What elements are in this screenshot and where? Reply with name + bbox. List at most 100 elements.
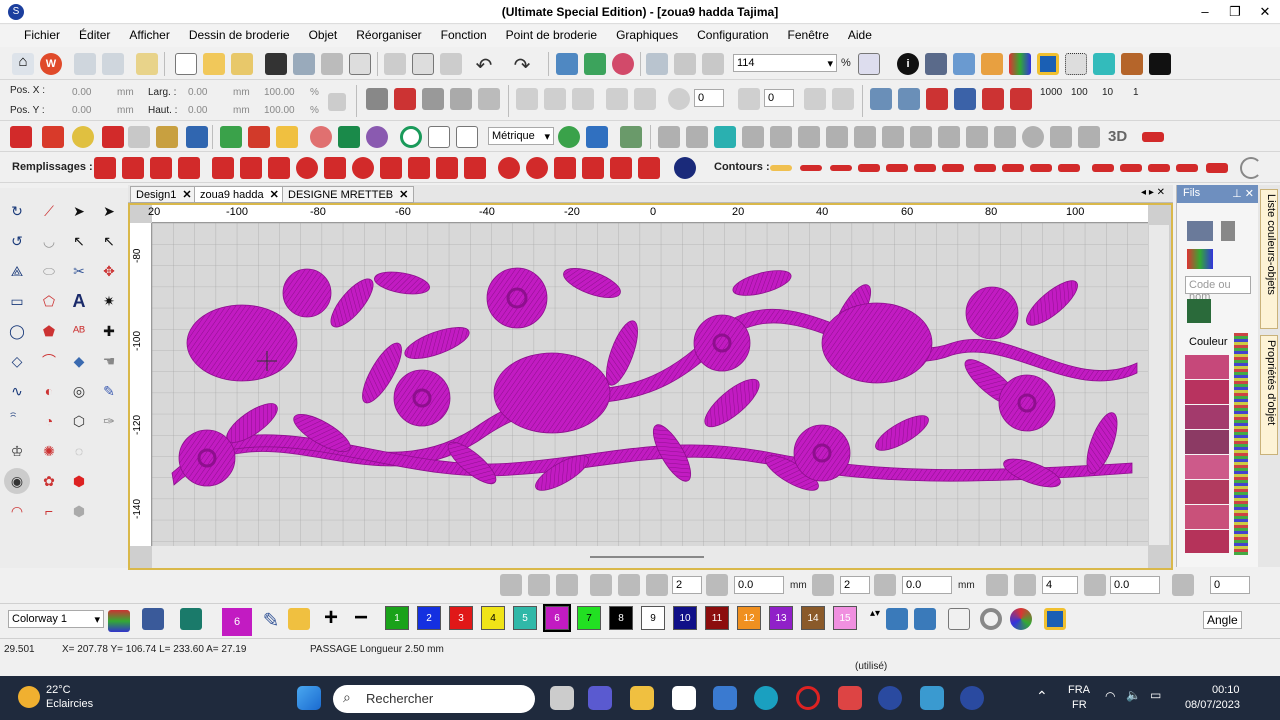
taskbar-search[interactable]: ⌕ Rechercher	[333, 685, 535, 713]
pen2-tool-icon[interactable]: ✑	[96, 408, 122, 434]
fill-grid-icon[interactable]	[296, 157, 318, 179]
line-tool-icon[interactable]: ⟋	[36, 198, 62, 224]
fill-style13-icon[interactable]	[994, 126, 1016, 148]
contour-dash-icon[interactable]	[770, 165, 792, 171]
spacing-icon[interactable]	[706, 574, 728, 596]
threads-icon[interactable]	[1009, 53, 1031, 75]
edge-icon[interactable]	[754, 686, 778, 710]
nodes-icon[interactable]	[986, 574, 1008, 596]
contour-loop-icon[interactable]	[1148, 164, 1170, 172]
machine-icon[interactable]	[584, 53, 606, 75]
color-swatch-1[interactable]: 1	[385, 606, 409, 630]
menu-afficher[interactable]: Afficher	[123, 25, 175, 45]
black-box-icon[interactable]	[1149, 53, 1171, 75]
fill-ladder-icon[interactable]	[178, 157, 200, 179]
color-swatch-5[interactable]: 5	[513, 606, 537, 630]
file-explorer-icon[interactable]	[630, 686, 654, 710]
mail-icon[interactable]	[920, 686, 944, 710]
pointer2-tool-icon[interactable]: ↖	[96, 228, 122, 254]
paint-bucket-icon[interactable]	[288, 608, 310, 630]
tray-chevron-icon[interactable]: ⌃	[1036, 688, 1048, 705]
fill-dots-icon[interactable]	[408, 157, 430, 179]
color-swatch-12[interactable]: 12	[737, 606, 761, 630]
color-wheel-icon[interactable]	[1010, 608, 1032, 630]
fill-chain-icon[interactable]	[324, 157, 346, 179]
split-tool2-icon[interactable]	[590, 574, 612, 596]
fill-style16-icon[interactable]	[1078, 126, 1100, 148]
fill-style7-icon[interactable]	[826, 126, 848, 148]
thread-bottle-icon[interactable]	[1221, 221, 1235, 241]
angle-tool-icon[interactable]	[1084, 574, 1106, 596]
restore-button[interactable]: ❐	[1220, 0, 1250, 24]
fill-spiral-icon[interactable]	[526, 157, 548, 179]
mirror-h-icon[interactable]	[516, 88, 538, 110]
thread-list-icon[interactable]	[1187, 221, 1213, 241]
opera-icon[interactable]	[796, 686, 820, 710]
fill-style3-icon[interactable]	[714, 126, 736, 148]
contour-slash2-icon[interactable]	[886, 164, 908, 172]
color-swatch-11[interactable]: 11	[705, 606, 729, 630]
hexagon-light-icon[interactable]: ⬢	[66, 498, 92, 524]
spiral-tool-icon[interactable]: ꩰ	[4, 408, 30, 434]
moon-icon[interactable]	[674, 157, 696, 179]
color-swatch-9[interactable]: 9	[641, 606, 665, 630]
contour-ladder-icon[interactable]	[1092, 164, 1114, 172]
jump-icon[interactable]	[982, 88, 1004, 110]
close-icon[interactable]: ✕	[399, 189, 408, 201]
fish-icon[interactable]	[186, 126, 208, 148]
contour-scallop-icon[interactable]	[942, 164, 964, 172]
eyedropper-icon[interactable]: ✎	[260, 608, 282, 632]
path-icon[interactable]	[586, 126, 608, 148]
reshape-tool-icon[interactable]: ↻	[4, 198, 30, 224]
color-swatch-6[interactable]: 6	[543, 604, 571, 632]
bezier-tool-icon[interactable]: ∿	[4, 378, 30, 404]
stitch-order-icon[interactable]	[450, 88, 472, 110]
transform-icon[interactable]	[646, 53, 668, 75]
menu-fichier[interactable]: Fichier	[18, 25, 66, 45]
circle-target-icon[interactable]: ◎	[66, 378, 92, 404]
fill-style2-icon[interactable]	[686, 126, 708, 148]
balloon-icon[interactable]	[74, 53, 96, 75]
vertical-scrollbar[interactable]	[1149, 225, 1169, 545]
mirror-icon[interactable]	[500, 574, 522, 596]
garment-icon[interactable]	[180, 608, 202, 630]
step-100[interactable]: 100	[1071, 87, 1088, 98]
stitch-select-icon[interactable]: ✥	[96, 258, 122, 284]
slant-icon[interactable]	[738, 88, 760, 110]
color-swatch-14[interactable]: 14	[801, 606, 825, 630]
rotate-right-icon[interactable]	[634, 88, 656, 110]
pen-tool-icon[interactable]: ✎	[96, 378, 122, 404]
color-swatch-15[interactable]: 15	[833, 606, 857, 630]
open-recent-icon[interactable]	[231, 53, 253, 75]
border-icon[interactable]	[400, 126, 422, 148]
height-value[interactable]: 0.00	[188, 105, 207, 116]
grid-icon[interactable]	[1065, 53, 1087, 75]
fill-arc-icon[interactable]	[498, 157, 520, 179]
contour-wave2-icon[interactable]	[1002, 164, 1024, 172]
menu-configuration[interactable]: Configuration	[691, 25, 774, 45]
distribute-icon[interactable]	[832, 88, 854, 110]
ribbon-icon[interactable]	[1142, 132, 1164, 142]
wilcom-logo-icon[interactable]: W	[40, 53, 62, 75]
hide-icon[interactable]	[948, 608, 970, 630]
thread-swatch[interactable]	[1185, 530, 1229, 553]
home-icon[interactable]: ⌂	[12, 53, 34, 75]
menu-point-de-broderie[interactable]: Point de broderie	[500, 25, 603, 45]
measure-icon[interactable]	[558, 126, 580, 148]
fill-style1-icon[interactable]	[658, 126, 680, 148]
flip-icon[interactable]	[528, 574, 550, 596]
thread-chart3-icon[interactable]	[914, 608, 936, 630]
tatami-icon[interactable]	[42, 126, 64, 148]
gear-tool-icon[interactable]: ✺	[36, 438, 62, 464]
nudge2-icon[interactable]	[898, 88, 920, 110]
thread-chart2-icon[interactable]	[886, 608, 908, 630]
ruler-tool-icon[interactable]	[1172, 574, 1194, 596]
close-icon[interactable]: ✕	[270, 189, 279, 201]
color-swatch-10[interactable]: 10	[673, 606, 697, 630]
monogram-tool-icon[interactable]: ᴬᴮ	[66, 318, 92, 344]
diamond-tool-icon[interactable]: ◆	[66, 348, 92, 374]
plus-select-icon[interactable]: ✚	[96, 318, 122, 344]
slant-input[interactable]: 0	[764, 89, 794, 107]
stitch-edit-icon[interactable]	[422, 88, 444, 110]
gray-tool-icon[interactable]: ◌	[66, 438, 92, 464]
